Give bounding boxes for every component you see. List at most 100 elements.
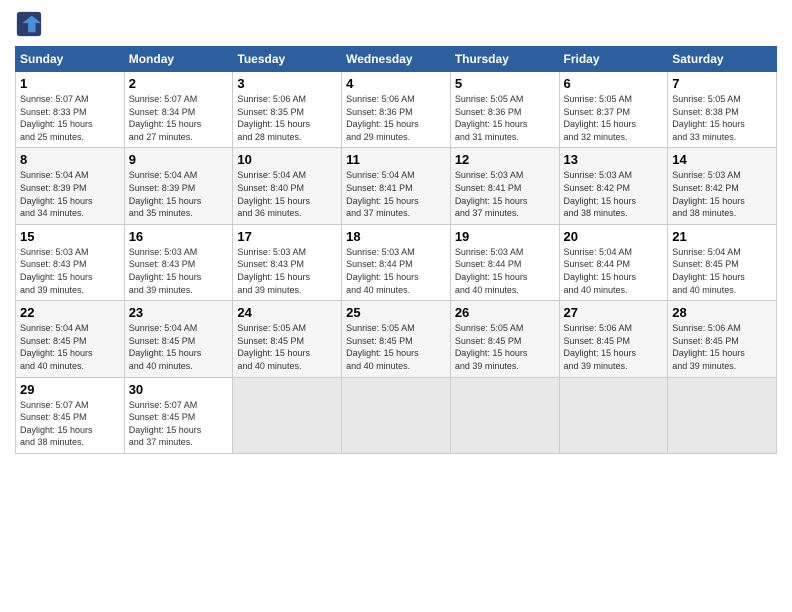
- day-info: Sunrise: 5:04 AM Sunset: 8:41 PM Dayligh…: [346, 169, 446, 219]
- calendar-cell: 8 Sunrise: 5:04 AM Sunset: 8:39 PM Daylig…: [16, 148, 125, 224]
- calendar-week-row: 8 Sunrise: 5:04 AM Sunset: 8:39 PM Daylig…: [16, 148, 777, 224]
- weekday-header-cell: Tuesday: [233, 47, 342, 72]
- weekday-header-cell: Thursday: [450, 47, 559, 72]
- day-info: Sunrise: 5:07 AM Sunset: 8:45 PM Dayligh…: [129, 399, 229, 449]
- day-number: 5: [455, 76, 555, 91]
- day-number: 18: [346, 229, 446, 244]
- logo: [15, 10, 47, 38]
- day-info: Sunrise: 5:07 AM Sunset: 8:45 PM Dayligh…: [20, 399, 120, 449]
- calendar-cell: 18 Sunrise: 5:03 AM Sunset: 8:44 PM Dayli…: [342, 224, 451, 300]
- day-info: Sunrise: 5:04 AM Sunset: 8:45 PM Dayligh…: [672, 246, 772, 296]
- day-number: 9: [129, 152, 229, 167]
- calendar-cell: 21 Sunrise: 5:04 AM Sunset: 8:45 PM Dayli…: [668, 224, 777, 300]
- day-number: 12: [455, 152, 555, 167]
- calendar-cell: 29 Sunrise: 5:07 AM Sunset: 8:45 PM Dayli…: [16, 377, 125, 453]
- day-number: 24: [237, 305, 337, 320]
- calendar-cell: 24 Sunrise: 5:05 AM Sunset: 8:45 PM Dayli…: [233, 301, 342, 377]
- calendar-table: SundayMondayTuesdayWednesdayThursdayFrid…: [15, 46, 777, 454]
- day-number: 30: [129, 382, 229, 397]
- day-info: Sunrise: 5:06 AM Sunset: 8:45 PM Dayligh…: [672, 322, 772, 372]
- day-info: Sunrise: 5:05 AM Sunset: 8:37 PM Dayligh…: [564, 93, 664, 143]
- calendar-cell: 20Sunrise: 5:04 AM Sunset: 8:44 PM Dayli…: [559, 224, 668, 300]
- day-number: 6: [564, 76, 664, 91]
- calendar-cell: 27 Sunrise: 5:06 AM Sunset: 8:45 PM Dayli…: [559, 301, 668, 377]
- day-info: Sunrise: 5:04 AM Sunset: 8:39 PM Dayligh…: [20, 169, 120, 219]
- calendar-cell: [668, 377, 777, 453]
- day-number: 14: [672, 152, 772, 167]
- weekday-header-cell: Sunday: [16, 47, 125, 72]
- calendar-cell: 12Sunrise: 5:03 AM Sunset: 8:41 PM Dayli…: [450, 148, 559, 224]
- calendar-cell: 10 Sunrise: 5:04 AM Sunset: 8:40 PM Dayli…: [233, 148, 342, 224]
- day-number: 7: [672, 76, 772, 91]
- day-number: 23: [129, 305, 229, 320]
- calendar-cell: 9 Sunrise: 5:04 AM Sunset: 8:39 PM Daylig…: [124, 148, 233, 224]
- day-number: 22: [20, 305, 120, 320]
- day-number: 27: [564, 305, 664, 320]
- day-number: 3: [237, 76, 337, 91]
- calendar-cell: 5 Sunrise: 5:05 AM Sunset: 8:36 PM Daylig…: [450, 72, 559, 148]
- day-number: 10: [237, 152, 337, 167]
- calendar-cell: 19 Sunrise: 5:03 AM Sunset: 8:44 PM Dayli…: [450, 224, 559, 300]
- day-info: Sunrise: 5:04 AM Sunset: 8:45 PM Dayligh…: [129, 322, 229, 372]
- day-info: Sunrise: 5:04 AM Sunset: 8:40 PM Dayligh…: [237, 169, 337, 219]
- calendar-cell: 26 Sunrise: 5:05 AM Sunset: 8:45 PM Dayli…: [450, 301, 559, 377]
- calendar-cell: 7Sunrise: 5:05 AM Sunset: 8:38 PM Daylig…: [668, 72, 777, 148]
- day-info: Sunrise: 5:05 AM Sunset: 8:45 PM Dayligh…: [237, 322, 337, 372]
- calendar-cell: 28 Sunrise: 5:06 AM Sunset: 8:45 PM Dayli…: [668, 301, 777, 377]
- day-number: 26: [455, 305, 555, 320]
- day-number: 15: [20, 229, 120, 244]
- day-info: Sunrise: 5:03 AM Sunset: 8:43 PM Dayligh…: [237, 246, 337, 296]
- day-info: Sunrise: 5:06 AM Sunset: 8:36 PM Dayligh…: [346, 93, 446, 143]
- calendar-cell: 14 Sunrise: 5:03 AM Sunset: 8:42 PM Dayli…: [668, 148, 777, 224]
- day-number: 11: [346, 152, 446, 167]
- day-number: 28: [672, 305, 772, 320]
- day-info: Sunrise: 5:04 AM Sunset: 8:39 PM Dayligh…: [129, 169, 229, 219]
- calendar-cell: 3 Sunrise: 5:06 AM Sunset: 8:35 PM Daylig…: [233, 72, 342, 148]
- calendar-cell: 1 Sunrise: 5:07 AM Sunset: 8:33 PM Daylig…: [16, 72, 125, 148]
- day-info: Sunrise: 5:03 AM Sunset: 8:44 PM Dayligh…: [455, 246, 555, 296]
- day-info: Sunrise: 5:04 AM Sunset: 8:44 PM Dayligh…: [564, 246, 664, 296]
- day-number: 16: [129, 229, 229, 244]
- page: SundayMondayTuesdayWednesdayThursdayFrid…: [0, 0, 792, 464]
- day-info: Sunrise: 5:03 AM Sunset: 8:42 PM Dayligh…: [564, 169, 664, 219]
- day-number: 2: [129, 76, 229, 91]
- calendar-cell: 4 Sunrise: 5:06 AM Sunset: 8:36 PM Daylig…: [342, 72, 451, 148]
- day-info: Sunrise: 5:03 AM Sunset: 8:42 PM Dayligh…: [672, 169, 772, 219]
- day-number: 17: [237, 229, 337, 244]
- weekday-header-cell: Monday: [124, 47, 233, 72]
- calendar-cell: 25 Sunrise: 5:05 AM Sunset: 8:45 PM Dayli…: [342, 301, 451, 377]
- calendar-cell: 23 Sunrise: 5:04 AM Sunset: 8:45 PM Dayli…: [124, 301, 233, 377]
- calendar-cell: 30 Sunrise: 5:07 AM Sunset: 8:45 PM Dayli…: [124, 377, 233, 453]
- day-number: 21: [672, 229, 772, 244]
- day-info: Sunrise: 5:07 AM Sunset: 8:33 PM Dayligh…: [20, 93, 120, 143]
- calendar-body: 1 Sunrise: 5:07 AM Sunset: 8:33 PM Daylig…: [16, 72, 777, 454]
- day-info: Sunrise: 5:06 AM Sunset: 8:35 PM Dayligh…: [237, 93, 337, 143]
- day-info: Sunrise: 5:05 AM Sunset: 8:45 PM Dayligh…: [346, 322, 446, 372]
- calendar-cell: 11 Sunrise: 5:04 AM Sunset: 8:41 PM Dayli…: [342, 148, 451, 224]
- day-number: 25: [346, 305, 446, 320]
- day-number: 8: [20, 152, 120, 167]
- calendar-week-row: 15 Sunrise: 5:03 AM Sunset: 8:43 PM Dayli…: [16, 224, 777, 300]
- day-number: 19: [455, 229, 555, 244]
- day-number: 4: [346, 76, 446, 91]
- calendar-cell: [233, 377, 342, 453]
- logo-icon: [15, 10, 43, 38]
- day-info: Sunrise: 5:04 AM Sunset: 8:45 PM Dayligh…: [20, 322, 120, 372]
- calendar-cell: [450, 377, 559, 453]
- header: [15, 10, 777, 38]
- day-info: Sunrise: 5:05 AM Sunset: 8:36 PM Dayligh…: [455, 93, 555, 143]
- calendar-cell: 2 Sunrise: 5:07 AM Sunset: 8:34 PM Daylig…: [124, 72, 233, 148]
- weekday-header-cell: Saturday: [668, 47, 777, 72]
- day-info: Sunrise: 5:03 AM Sunset: 8:43 PM Dayligh…: [129, 246, 229, 296]
- day-info: Sunrise: 5:07 AM Sunset: 8:34 PM Dayligh…: [129, 93, 229, 143]
- weekday-header-row: SundayMondayTuesdayWednesdayThursdayFrid…: [16, 47, 777, 72]
- calendar-cell: 22 Sunrise: 5:04 AM Sunset: 8:45 PM Dayli…: [16, 301, 125, 377]
- calendar-cell: [342, 377, 451, 453]
- day-number: 13: [564, 152, 664, 167]
- day-info: Sunrise: 5:05 AM Sunset: 8:45 PM Dayligh…: [455, 322, 555, 372]
- day-number: 29: [20, 382, 120, 397]
- day-info: Sunrise: 5:06 AM Sunset: 8:45 PM Dayligh…: [564, 322, 664, 372]
- day-info: Sunrise: 5:03 AM Sunset: 8:44 PM Dayligh…: [346, 246, 446, 296]
- day-number: 1: [20, 76, 120, 91]
- calendar-week-row: 29 Sunrise: 5:07 AM Sunset: 8:45 PM Dayli…: [16, 377, 777, 453]
